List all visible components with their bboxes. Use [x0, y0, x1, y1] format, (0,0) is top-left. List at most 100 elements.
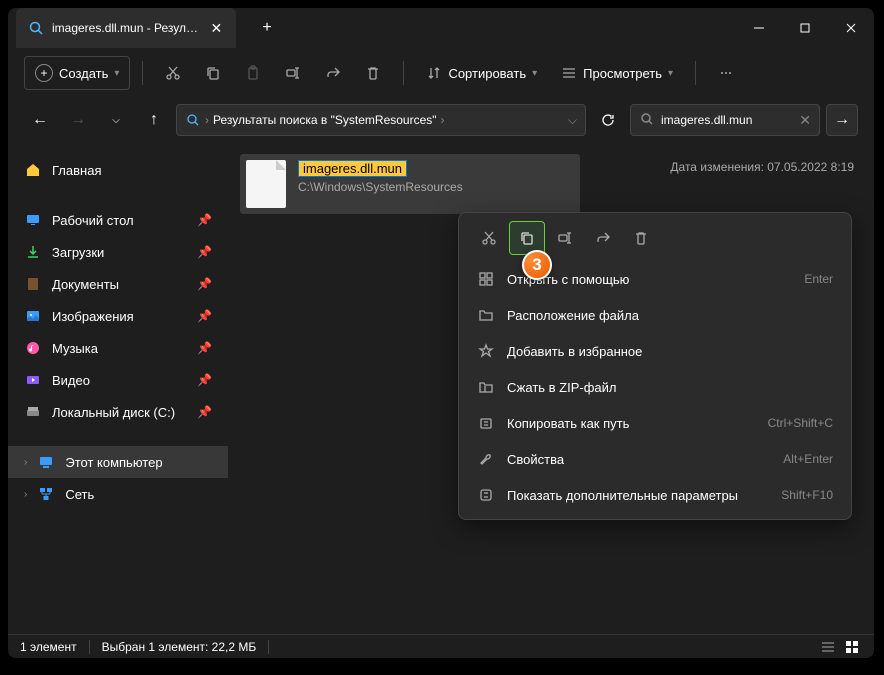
home-icon [24, 161, 42, 179]
sidebar: Главная Рабочий стол 📌 Загрузки 📌 Докуме… [8, 142, 228, 634]
annotation-badge: 3 [522, 250, 552, 280]
pin-icon: 📌 [197, 277, 212, 291]
more-icon[interactable] [708, 56, 744, 90]
ctx-show-more[interactable]: Показать дополнительные параметры Shift+… [465, 477, 845, 513]
tab-title: imageres.dll.mun - Результат [52, 21, 201, 35]
maximize-button[interactable] [782, 8, 828, 48]
pin-icon: 📌 [197, 341, 212, 355]
ctx-file-location[interactable]: Расположение файла [465, 297, 845, 333]
sidebar-item-label: Видео [52, 373, 187, 388]
ctx-compress[interactable]: Сжать в ZIP-файл [465, 369, 845, 405]
sidebar-item-desktop[interactable]: Рабочий стол 📌 [8, 204, 228, 236]
file-item[interactable]: imageres.dll.mun C:\Windows\SystemResour… [240, 154, 580, 214]
delete-icon[interactable] [355, 56, 391, 90]
sidebar-item-label: Главная [52, 163, 212, 178]
new-button[interactable]: + Создать ▾ [24, 56, 130, 90]
minimize-button[interactable] [736, 8, 782, 48]
sidebar-item-label: Загрузки [52, 245, 187, 260]
paste-icon [235, 56, 271, 90]
ctx-shortcut: Alt+Enter [783, 452, 833, 466]
sidebar-item-videos[interactable]: Видео 📌 [8, 364, 228, 396]
sidebar-item-label: Локальный диск (C:) [52, 405, 187, 420]
sidebar-item-network[interactable]: › Сеть [8, 478, 228, 510]
refresh-button[interactable] [592, 104, 624, 136]
ctx-label: Свойства [507, 452, 771, 467]
chevron-right-icon: › [24, 457, 27, 468]
sidebar-item-label: Изображения [52, 309, 187, 324]
breadcrumb-text: Результаты поиска в "SystemResources" [213, 113, 437, 127]
new-tab-button[interactable]: + [252, 13, 282, 43]
status-count: 1 элемент [20, 640, 77, 654]
up-button[interactable]: ↑ [138, 104, 170, 136]
back-button[interactable]: ← [24, 104, 56, 136]
ctx-properties[interactable]: Свойства Alt+Enter [465, 441, 845, 477]
pin-icon: 📌 [197, 309, 212, 323]
recent-button[interactable]: ⌵ [100, 104, 132, 136]
titlebar: imageres.dll.mun - Результат ✕ + [8, 8, 874, 48]
pin-icon: 📌 [197, 245, 212, 259]
sidebar-item-music[interactable]: Музыка 📌 [8, 332, 228, 364]
network-icon [37, 485, 55, 503]
clear-search-icon[interactable]: ✕ [799, 112, 811, 129]
ctx-rename-icon[interactable] [547, 221, 583, 255]
status-selected: Выбран 1 элемент: 22,2 МБ [102, 640, 257, 654]
folder-open-icon [477, 306, 495, 324]
chevron-right-icon: › [24, 489, 27, 500]
sidebar-item-local-disk[interactable]: Локальный диск (C:) 📌 [8, 396, 228, 428]
ctx-add-favorite[interactable]: Добавить в избранное [465, 333, 845, 369]
thumbnails-view-icon[interactable] [842, 639, 862, 655]
share-icon[interactable] [315, 56, 351, 90]
file-icon [246, 160, 286, 208]
sidebar-item-label: Рабочий стол [52, 213, 187, 228]
search-value: imageres.dll.mun [661, 113, 793, 127]
statusbar: 1 элемент Выбран 1 элемент: 22,2 МБ [8, 634, 874, 658]
folder-icon [185, 112, 201, 128]
music-icon [24, 339, 42, 357]
pictures-icon [24, 307, 42, 325]
toolbar: + Создать ▾ Сортировать ▾ Просмотреть ▾ [8, 48, 874, 98]
wrench-icon [477, 450, 495, 468]
sort-button[interactable]: Сортировать ▾ [416, 56, 547, 90]
close-icon[interactable]: ✕ [209, 20, 224, 36]
ctx-copy-path[interactable]: Копировать как путь Ctrl+Shift+C [465, 405, 845, 441]
close-window-button[interactable] [828, 8, 874, 48]
tab[interactable]: imageres.dll.mun - Результат ✕ [16, 8, 236, 48]
star-icon [477, 342, 495, 360]
search-icon [28, 20, 44, 36]
ctx-label: Расположение файла [507, 308, 833, 323]
sidebar-item-label: Сеть [65, 487, 212, 502]
view-label: Просмотреть [583, 66, 662, 81]
ctx-shortcut: Shift+F10 [781, 488, 833, 502]
desktop-icon [24, 211, 42, 229]
sidebar-item-documents[interactable]: Документы 📌 [8, 268, 228, 300]
view-button[interactable]: Просмотреть ▾ [551, 56, 683, 90]
sidebar-item-label: Документы [52, 277, 187, 292]
sidebar-item-downloads[interactable]: Загрузки 📌 [8, 236, 228, 268]
file-date: Дата изменения: 07.05.2022 8:19 [670, 160, 854, 174]
ctx-shortcut: Enter [804, 272, 833, 286]
ctx-shortcut: Ctrl+Shift+C [768, 416, 833, 430]
ctx-cut-icon[interactable] [471, 221, 507, 255]
ctx-share-icon[interactable] [585, 221, 621, 255]
context-menu: Открыть с помощью Enter Расположение фай… [458, 212, 852, 520]
copy-icon[interactable] [195, 56, 231, 90]
ctx-delete-icon[interactable] [623, 221, 659, 255]
documents-icon [24, 275, 42, 293]
breadcrumb[interactable]: › Результаты поиска в "SystemResources" … [176, 104, 586, 136]
sidebar-item-pictures[interactable]: Изображения 📌 [8, 300, 228, 332]
search-icon [639, 111, 655, 130]
pin-icon: 📌 [197, 405, 212, 419]
cut-icon[interactable] [155, 56, 191, 90]
sidebar-item-label: Этот компьютер [65, 455, 212, 470]
sidebar-item-home[interactable]: Главная [8, 154, 228, 186]
search-go-button[interactable]: → [826, 104, 858, 136]
search-input[interactable]: imageres.dll.mun ✕ [630, 104, 820, 136]
disk-icon [24, 403, 42, 421]
addressbar: ← → ⌵ ↑ › Результаты поиска в "SystemRes… [8, 98, 874, 142]
ctx-label: Открыть с помощью [507, 272, 792, 287]
sidebar-item-this-pc[interactable]: › Этот компьютер [8, 446, 228, 478]
rename-icon[interactable] [275, 56, 311, 90]
videos-icon [24, 371, 42, 389]
details-view-icon[interactable] [818, 639, 838, 655]
ctx-label: Показать дополнительные параметры [507, 488, 769, 503]
